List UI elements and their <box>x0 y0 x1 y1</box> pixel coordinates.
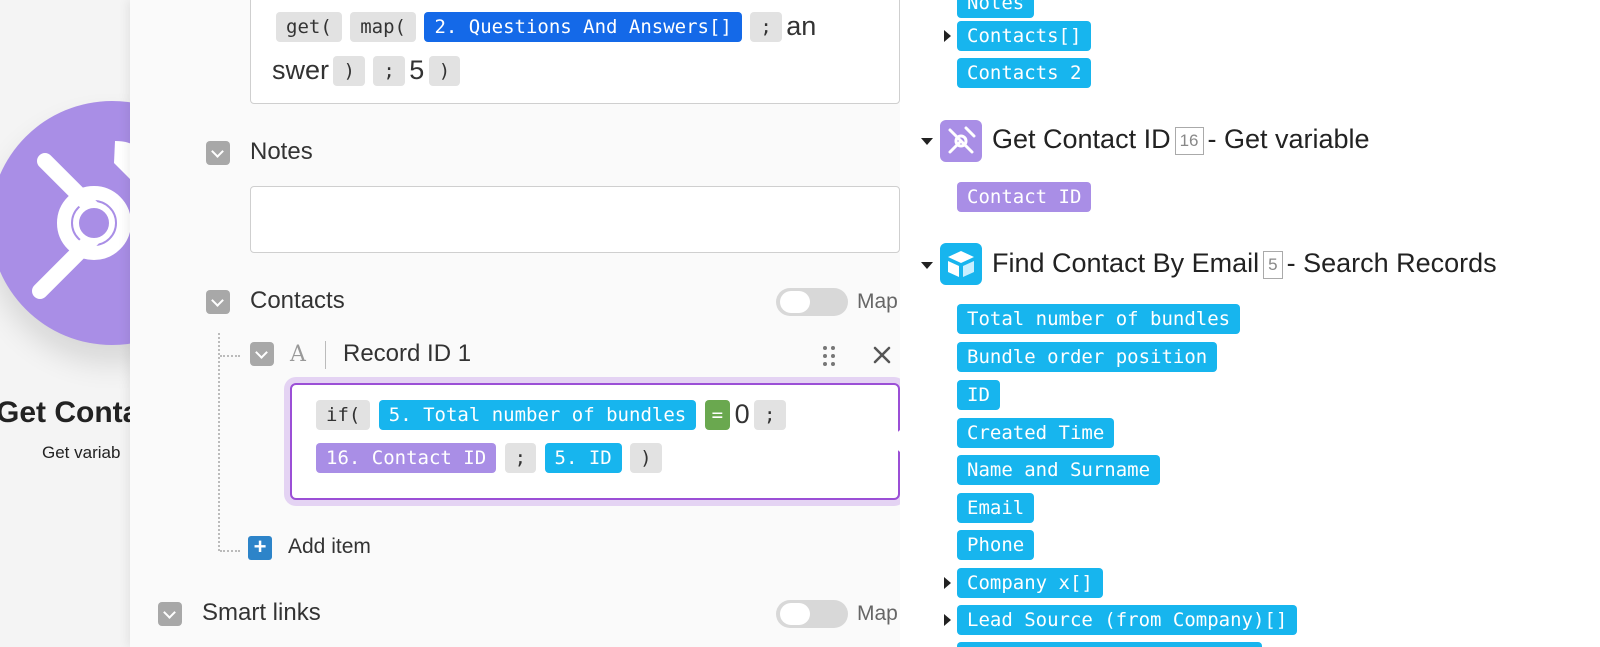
module-id-badge: 5 <box>1263 250 1283 279</box>
record-checkbox[interactable] <box>250 342 274 366</box>
add-item-icon[interactable]: + <box>248 536 272 560</box>
get-contact-suffix: - Get variable <box>1207 124 1370 154</box>
module-id-badge: 16 <box>1174 126 1204 155</box>
mapping-item-contacts[interactable]: Contacts[] <box>957 21 1092 51</box>
text-an: an <box>786 11 817 41</box>
mapping-pointer <box>888 430 900 452</box>
token-get[interactable]: get( <box>276 11 342 42</box>
mapping-item-id[interactable]: ID <box>957 380 1000 410</box>
record-formula-line-1: if( 5. Total number of bundles = 0 ; <box>316 399 786 430</box>
mapping-item-contact-id[interactable]: Contact ID <box>957 182 1092 212</box>
tree-connector <box>220 355 240 357</box>
record-formula-line-2: 16. Contact ID ; 5. ID ) <box>316 443 662 473</box>
tree-line <box>218 333 220 551</box>
contacts-map-label: Map <box>857 290 898 313</box>
expand-contacts-icon[interactable] <box>944 30 951 42</box>
text-swer: swer <box>272 55 330 85</box>
expand-lead-source-icon[interactable] <box>944 614 951 626</box>
mapping-item-created-time[interactable]: Created Time <box>957 418 1115 448</box>
token-close-paren-3[interactable]: ) <box>630 443 662 473</box>
token-semicolon-2[interactable]: ; <box>373 55 405 86</box>
find-contact-module-title: Find Contact By Email 5- Search Records <box>992 248 1497 279</box>
token-contact-id[interactable]: 16. Contact ID <box>316 443 497 473</box>
get-contact-title: Get Contact ID <box>992 124 1171 154</box>
token-total-bundles[interactable]: 5. Total number of bundles <box>378 399 697 430</box>
tools-icon <box>940 120 982 162</box>
text-type-icon: A <box>290 342 306 367</box>
formula-line-1: get( map( 2. Questions And Answers[] ; a… <box>276 11 899 49</box>
add-item-button[interactable]: Add item <box>288 535 371 559</box>
token-close-paren[interactable]: ) <box>333 55 365 86</box>
find-contact-suffix: - Search Records <box>1286 248 1497 278</box>
mapping-item-total-bundles[interactable]: Total number of bundles <box>957 304 1241 334</box>
get-contact-module-title: Get Contact ID 16- Get variable <box>992 124 1370 155</box>
remove-item-icon[interactable] <box>872 345 892 365</box>
smart-links-map-label: Map <box>857 602 898 625</box>
divider <box>325 341 326 369</box>
mapping-item-company[interactable]: Company x[] <box>957 568 1103 598</box>
token-semicolon-3[interactable]: ; <box>754 399 786 430</box>
mapping-item-partial[interactable] <box>957 642 1262 647</box>
smart-links-label: Smart links <box>202 599 321 626</box>
contacts-checkbox[interactable] <box>206 290 230 314</box>
module-title: Get Conta <box>0 396 140 429</box>
notes-input[interactable] <box>250 186 900 253</box>
mapping-item-name-surname[interactable]: Name and Surname <box>957 455 1161 485</box>
token-questions-answers[interactable]: 2. Questions And Answers[] <box>424 11 742 42</box>
text-5: 5 <box>409 55 425 85</box>
find-contact-title: Find Contact By Email <box>992 248 1260 278</box>
token-semicolon-4[interactable]: ; <box>504 443 537 473</box>
token-equals[interactable]: = <box>704 399 731 430</box>
drag-handle-icon[interactable] <box>822 345 836 367</box>
record-id-input[interactable]: if( 5. Total number of bundles = 0 ; 16.… <box>290 383 900 500</box>
text-zero: 0 <box>734 399 750 429</box>
mapping-item-phone[interactable]: Phone <box>957 530 1035 560</box>
airtable-icon <box>940 243 982 285</box>
mapping-item-bundle-position[interactable]: Bundle order position <box>957 342 1218 372</box>
mapping-item-lead-source[interactable]: Lead Source (from Company)[] <box>957 605 1298 635</box>
notes-label: Notes <box>250 138 313 165</box>
smart-links-map-toggle[interactable] <box>776 600 848 628</box>
formula-line-2: swer ) ; 5 ) <box>272 49 899 93</box>
collapse-find-contact-icon[interactable] <box>921 262 933 269</box>
smart-links-checkbox[interactable] <box>158 602 182 626</box>
collapse-get-contact-icon[interactable] <box>921 138 933 145</box>
token-close-paren-2[interactable]: ) <box>428 55 461 86</box>
record-id-label: Record ID 1 <box>343 340 472 367</box>
module-settings-panel: get( map( 2. Questions And Answers[] ; a… <box>130 0 900 647</box>
expand-company-icon[interactable] <box>944 577 951 589</box>
questions-field[interactable]: get( map( 2. Questions And Answers[] ; a… <box>250 0 900 104</box>
token-semicolon[interactable]: ; <box>750 11 782 42</box>
module-subtitle: Get variab <box>42 443 121 462</box>
contacts-map-toggle[interactable] <box>776 288 848 316</box>
mapping-item-email[interactable]: Email <box>957 493 1035 523</box>
mapping-item-contacts-2[interactable]: Contacts 2 <box>957 58 1092 88</box>
notes-checkbox[interactable] <box>206 141 230 165</box>
contacts-label: Contacts <box>250 287 345 314</box>
token-if[interactable]: if( <box>316 399 371 430</box>
token-id[interactable]: 5. ID <box>544 443 622 473</box>
tree-connector <box>220 550 240 552</box>
token-map[interactable]: map( <box>350 11 416 42</box>
mapping-item-notes[interactable]: Notes <box>957 0 1035 18</box>
